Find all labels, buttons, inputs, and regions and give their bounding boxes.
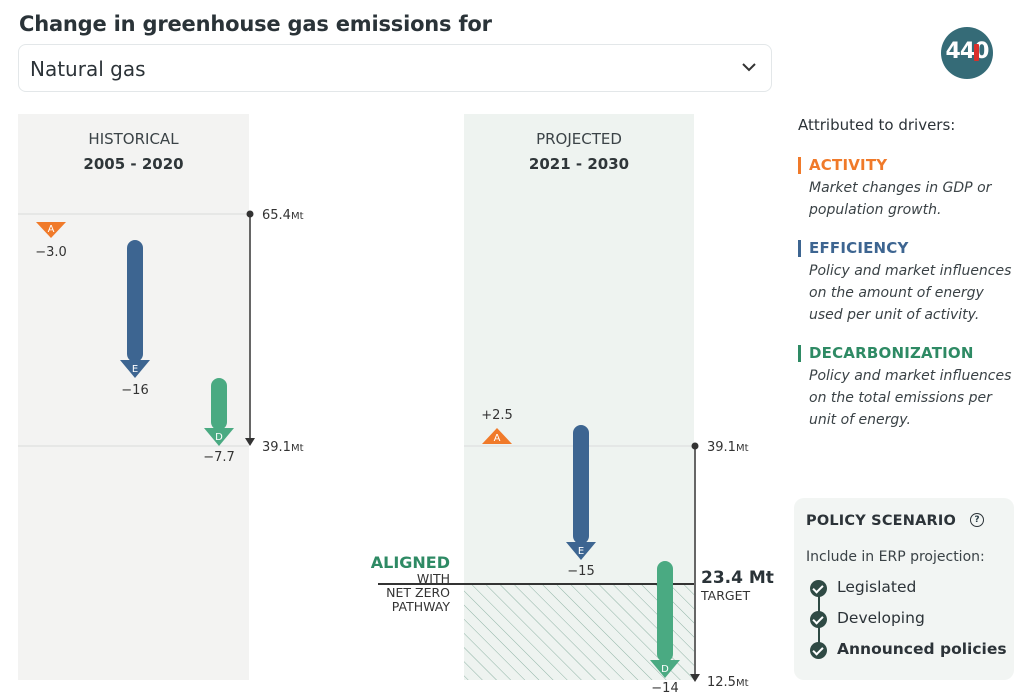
legend-item-name: ACTIVITY — [809, 156, 888, 174]
projected-efficiency-label: −15 — [567, 564, 594, 579]
historical-total-arrowhead — [245, 438, 255, 446]
legend-title: Attributed to drivers: — [798, 116, 956, 134]
policy-option-label: Legislated — [837, 578, 917, 596]
projected-efficiency-arrow-shaft — [573, 425, 589, 544]
check-icon — [810, 580, 827, 597]
historical-decarbonization-arrow-letter: D — [215, 432, 223, 443]
historical-efficiency-arrow-letter: E — [132, 364, 138, 375]
historical-end-value: 39.1Mt — [262, 440, 304, 455]
projected-activity-mark-letter: A — [494, 433, 501, 444]
drivers-legend: Attributed to drivers: ACTIVITY Market c… — [798, 116, 1013, 449]
historical-activity-label: −3.0 — [35, 245, 67, 260]
emissions-waterfall-chart: 65.4Mt 39.1Mt A −3.0 E −16 D −7.7 39.1Mt 12.5Mt A +… — [18, 208, 774, 692]
legend-color-bar — [798, 240, 801, 257]
policy-scenario-panel: POLICY SCENARIO ? Include in ERP project… — [794, 498, 1014, 680]
projected-decarbonization-arrow-shaft — [657, 561, 673, 662]
historical-start-value: 65.4Mt — [262, 208, 304, 223]
legend-item-desc: Market changes in GDP or population grow… — [809, 180, 992, 218]
legend-item-efficiency: EFFICIENCY Policy and market influences … — [798, 239, 1013, 326]
logo-text: 440 — [945, 39, 990, 64]
legend-color-bar — [798, 157, 801, 174]
target-line3: PATHWAY — [392, 599, 451, 614]
legend-item-name: DECARBONIZATION — [809, 344, 974, 362]
projected-activity-label: +2.5 — [481, 408, 513, 423]
target-line1: WITH — [417, 571, 450, 586]
policy-option-label: Announced policies — [837, 640, 1007, 658]
historical-efficiency-label: −16 — [121, 383, 148, 398]
legend-item-activity: ACTIVITY Market changes in GDP or popula… — [798, 156, 1013, 221]
legend-item-desc: Policy and market influences on the amou… — [809, 263, 1012, 323]
target-label: TARGET — [700, 588, 750, 603]
historical-decarbonization-label: −7.7 — [203, 450, 235, 465]
historical-activity-mark-letter: A — [48, 224, 55, 235]
legend-item-decarbonization: DECARBONIZATION Policy and market influe… — [798, 344, 1013, 431]
target-line2: NET ZERO — [386, 585, 450, 600]
logo[interactable]: 440 — [941, 27, 993, 79]
check-icon — [810, 642, 827, 659]
projected-end-value: 12.5Mt — [707, 675, 749, 690]
target-aligned-label: ALIGNED — [371, 553, 450, 572]
check-icon — [810, 611, 827, 628]
historical-decarbonization-arrow-shaft — [211, 378, 227, 430]
policy-option-label: Developing — [837, 609, 925, 627]
legend-item-name: EFFICIENCY — [809, 239, 909, 257]
target-value: 23.4 Mt — [701, 568, 774, 588]
projected-decarbonization-label: −14 — [651, 681, 678, 692]
legend-color-bar — [798, 345, 801, 362]
projected-efficiency-arrow-letter: E — [578, 546, 584, 557]
historical-efficiency-arrow-shaft — [127, 240, 143, 362]
help-icon[interactable]: ? — [970, 513, 984, 527]
logo-flag-icon — [974, 44, 979, 61]
policy-subtitle: Include in ERP projection: — [806, 549, 985, 565]
legend-item-desc: Policy and market influences on the tota… — [809, 368, 1012, 428]
projected-start-value: 39.1Mt — [707, 440, 749, 455]
policy-title: POLICY SCENARIO — [806, 513, 957, 529]
projected-decarbonization-arrow-letter: D — [661, 664, 669, 675]
